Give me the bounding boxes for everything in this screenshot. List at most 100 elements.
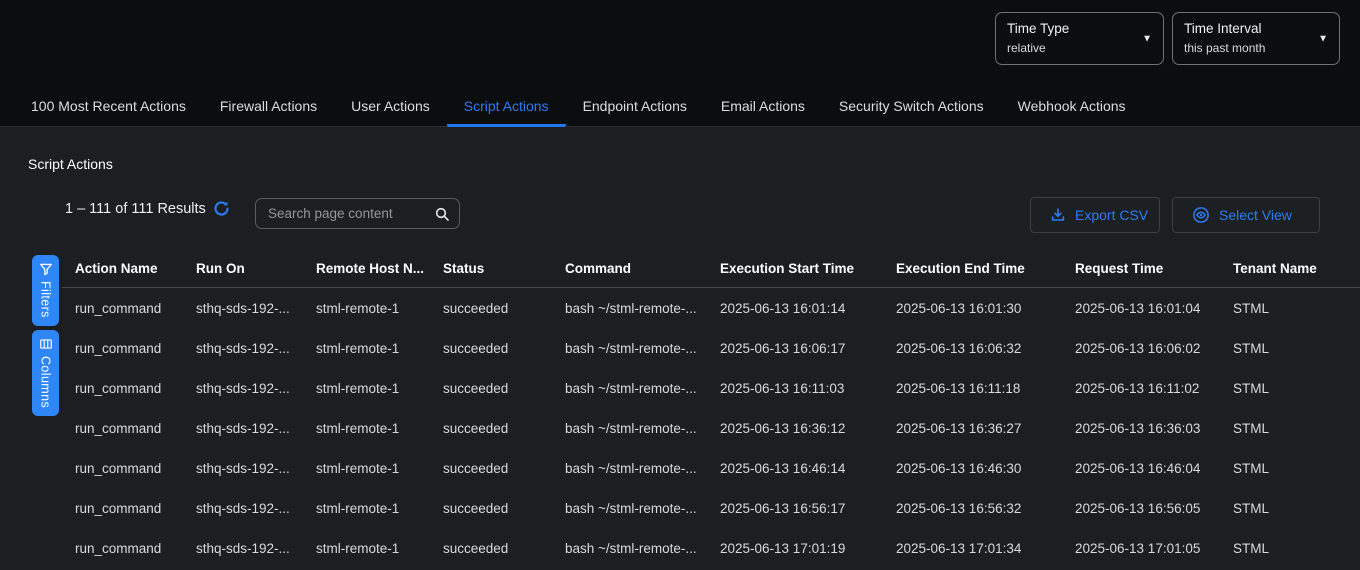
time-interval-label: Time Interval: [1184, 20, 1311, 37]
column-header[interactable]: Execution Start Time: [707, 261, 883, 276]
table-cell: bash ~/stml-remote-...: [552, 541, 707, 556]
tab-endpoint-actions[interactable]: Endpoint Actions: [566, 88, 704, 127]
table-cell: 2025-06-13 17:01:05: [1062, 541, 1220, 556]
table-cell: bash ~/stml-remote-...: [552, 461, 707, 476]
column-header[interactable]: Status: [430, 261, 552, 276]
tab-bar: 100 Most Recent ActionsFirewall ActionsU…: [0, 88, 1360, 127]
export-csv-label: Export CSV: [1075, 207, 1148, 223]
table-cell: 2025-06-13 16:36:12: [707, 421, 883, 436]
select-view-button[interactable]: Select View: [1172, 197, 1320, 233]
table-cell: STML: [1220, 381, 1340, 396]
funnel-icon: [39, 262, 53, 276]
table-cell: stml-remote-1: [303, 341, 430, 356]
table-cell: stml-remote-1: [303, 541, 430, 556]
table-cell: STML: [1220, 461, 1340, 476]
script-actions-table: Action NameRun OnRemote Host N...StatusC…: [62, 250, 1360, 568]
table-cell: 2025-06-13 16:06:02: [1062, 341, 1220, 356]
tab-webhook-actions[interactable]: Webhook Actions: [1001, 88, 1143, 127]
export-csv-button[interactable]: Export CSV: [1030, 197, 1160, 233]
column-header[interactable]: Request Time: [1062, 261, 1220, 276]
table-cell: succeeded: [430, 461, 552, 476]
table-row[interactable]: run_commandsthq-sds-192-...stml-remote-1…: [62, 408, 1360, 448]
table-cell: run_command: [62, 461, 183, 476]
table-cell: 2025-06-13 16:56:17: [707, 501, 883, 516]
table-cell: 2025-06-13 16:06:32: [883, 341, 1062, 356]
table-cell: bash ~/stml-remote-...: [552, 341, 707, 356]
tab-firewall-actions[interactable]: Firewall Actions: [203, 88, 334, 127]
tab-100-most-recent-actions[interactable]: 100 Most Recent Actions: [14, 88, 203, 127]
table-cell: bash ~/stml-remote-...: [552, 301, 707, 316]
table-cell: stml-remote-1: [303, 381, 430, 396]
table-cell: run_command: [62, 381, 183, 396]
table-cell: sthq-sds-192-...: [183, 301, 303, 316]
table-row[interactable]: run_commandsthq-sds-192-...stml-remote-1…: [62, 328, 1360, 368]
table-cell: 2025-06-13 16:11:02: [1062, 381, 1220, 396]
table-cell: sthq-sds-192-...: [183, 541, 303, 556]
refresh-button[interactable]: [213, 200, 230, 217]
table-cell: 2025-06-13 16:56:32: [883, 501, 1062, 516]
table-cell: STML: [1220, 301, 1340, 316]
table-row[interactable]: run_commandsthq-sds-192-...stml-remote-1…: [62, 528, 1360, 568]
table-cell: sthq-sds-192-...: [183, 461, 303, 476]
refresh-icon: [213, 200, 230, 217]
table-cell: 2025-06-13 16:11:18: [883, 381, 1062, 396]
top-bar: Time Type relative ▼ Time Interval this …: [0, 0, 1360, 88]
table-cell: run_command: [62, 421, 183, 436]
table-cell: 2025-06-13 16:11:03: [707, 381, 883, 396]
search-box: [255, 198, 460, 229]
table-body: run_commandsthq-sds-192-...stml-remote-1…: [62, 288, 1360, 568]
column-header[interactable]: Remote Host N...: [303, 261, 430, 276]
table-cell: 2025-06-13 16:01:30: [883, 301, 1062, 316]
table-cell: sthq-sds-192-...: [183, 421, 303, 436]
filters-label: Filters: [39, 281, 53, 318]
table-row[interactable]: run_commandsthq-sds-192-...stml-remote-1…: [62, 288, 1360, 328]
table-cell: succeeded: [430, 501, 552, 516]
time-interval-dropdown[interactable]: Time Interval this past month ▼: [1172, 12, 1340, 65]
table-row[interactable]: run_commandsthq-sds-192-...stml-remote-1…: [62, 488, 1360, 528]
eye-icon: [1192, 206, 1210, 224]
columns-button[interactable]: Columns: [32, 330, 59, 416]
table-cell: bash ~/stml-remote-...: [552, 501, 707, 516]
time-type-label: Time Type: [1007, 20, 1135, 37]
table-cell: 2025-06-13 16:06:17: [707, 341, 883, 356]
time-interval-value: this past month: [1184, 41, 1311, 56]
table-cell: STML: [1220, 421, 1340, 436]
download-icon: [1050, 207, 1066, 223]
tab-security-switch-actions[interactable]: Security Switch Actions: [822, 88, 1001, 127]
table-cell: 2025-06-13 17:01:19: [707, 541, 883, 556]
table-header-row: Action NameRun OnRemote Host N...StatusC…: [62, 250, 1360, 288]
table-row[interactable]: run_commandsthq-sds-192-...stml-remote-1…: [62, 368, 1360, 408]
table-cell: sthq-sds-192-...: [183, 341, 303, 356]
content-panel: Script Actions 1 – 111 of 111 Results Ex…: [0, 127, 1360, 570]
table-cell: 2025-06-13 16:01:14: [707, 301, 883, 316]
column-header[interactable]: Run On: [183, 261, 303, 276]
table-cell: 2025-06-13 16:36:03: [1062, 421, 1220, 436]
table-cell: run_command: [62, 501, 183, 516]
column-header[interactable]: Tenant Name: [1220, 261, 1340, 276]
table-cell: succeeded: [430, 301, 552, 316]
table-cell: stml-remote-1: [303, 501, 430, 516]
column-header[interactable]: Command: [552, 261, 707, 276]
table-cell: sthq-sds-192-...: [183, 381, 303, 396]
tab-script-actions[interactable]: Script Actions: [447, 88, 566, 127]
table-cell: STML: [1220, 501, 1340, 516]
table-cell: 2025-06-13 16:36:27: [883, 421, 1062, 436]
tab-email-actions[interactable]: Email Actions: [704, 88, 822, 127]
table-cell: stml-remote-1: [303, 421, 430, 436]
table-row[interactable]: run_commandsthq-sds-192-...stml-remote-1…: [62, 448, 1360, 488]
table-cell: stml-remote-1: [303, 301, 430, 316]
search-input[interactable]: [256, 199, 459, 228]
table-cell: 2025-06-13 17:01:34: [883, 541, 1062, 556]
filters-button[interactable]: Filters: [32, 255, 59, 326]
column-header[interactable]: Execution End Time: [883, 261, 1062, 276]
columns-icon: [39, 337, 53, 351]
table-cell: run_command: [62, 301, 183, 316]
time-type-dropdown[interactable]: Time Type relative ▼: [995, 12, 1164, 65]
page-title: Script Actions: [28, 156, 113, 172]
table-cell: 2025-06-13 16:46:04: [1062, 461, 1220, 476]
tab-user-actions[interactable]: User Actions: [334, 88, 447, 127]
table-cell: 2025-06-13 16:46:14: [707, 461, 883, 476]
table-cell: 2025-06-13 16:56:05: [1062, 501, 1220, 516]
table-cell: succeeded: [430, 541, 552, 556]
column-header[interactable]: Action Name: [62, 261, 183, 276]
